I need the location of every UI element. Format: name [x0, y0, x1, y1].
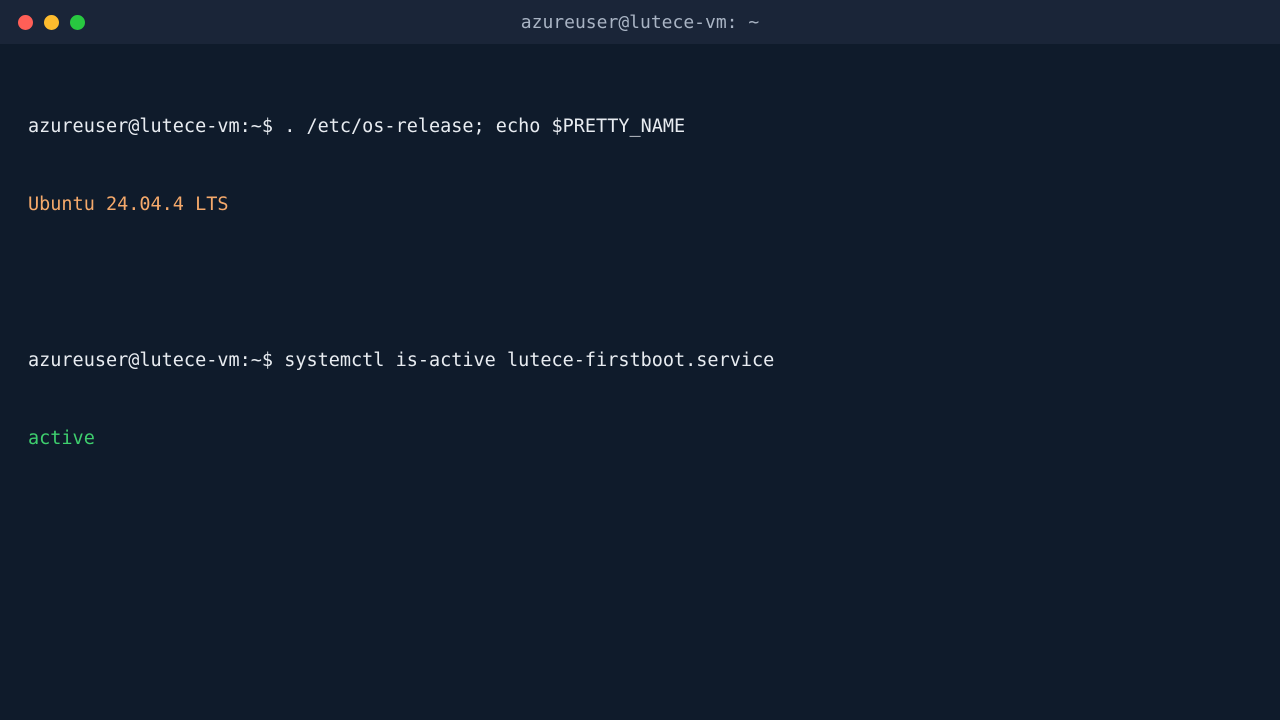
command-line: azureuser@lutece-vm:~$ . /etc/os-release…	[28, 114, 1252, 140]
title-bar[interactable]: azureuser@lutece-vm: ~	[0, 0, 1280, 44]
command-text: . /etc/os-release; echo $PRETTY_NAME	[284, 116, 686, 137]
command-output-os: Ubuntu 24.04.4 LTS	[28, 194, 229, 215]
prompt: azureuser@lutece-vm:~$	[28, 116, 274, 137]
window-title: azureuser@lutece-vm: ~	[520, 12, 760, 33]
terminal-output[interactable]: azureuser@lutece-vm:~$ . /etc/os-release…	[28, 62, 1252, 504]
terminal-window: azureuser@lutece-vm: ~ azureuser@lutece-…	[0, 0, 1280, 720]
prompt: azureuser@lutece-vm:~$	[28, 350, 274, 371]
command-text: systemctl is-active lutece-firstboot.ser…	[284, 350, 775, 371]
command-line: azureuser@lutece-vm:~$ systemctl is-acti…	[28, 348, 1252, 374]
command-output-status: active	[28, 428, 95, 449]
